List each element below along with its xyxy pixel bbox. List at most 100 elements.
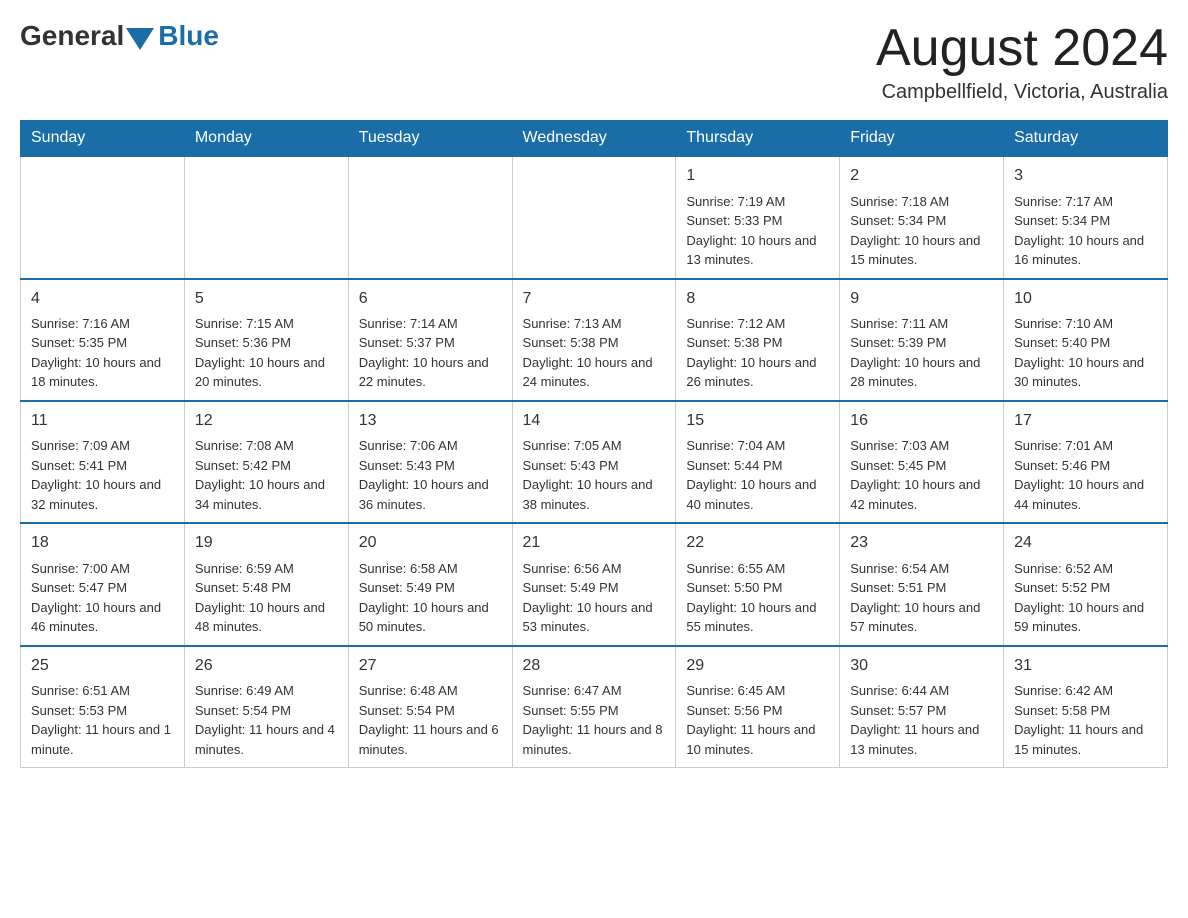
day-number: 15	[686, 410, 829, 432]
calendar-cell-1-6: 10Sunrise: 7:10 AMSunset: 5:40 PMDayligh…	[1004, 279, 1168, 401]
day-info: Sunrise: 7:17 AMSunset: 5:34 PMDaylight:…	[1014, 192, 1157, 270]
calendar-row-4: 25 Sunrise: 6:51 AMSunset: 5:53 PMDayligh…	[21, 646, 1168, 768]
calendar-cell-4-6: 31 Sunrise: 6:42 AMSunset: 5:58 PMDayligh…	[1004, 646, 1168, 768]
calendar-cell-4-3: 28 Sunrise: 6:47 AMSunset: 5:55 PMDayligh…	[512, 646, 676, 768]
day-number: 16	[850, 410, 993, 432]
day-number: 12	[195, 410, 338, 432]
day-info: Sunrise: 6:59 AMSunset: 5:48 PMDaylight:…	[195, 559, 338, 637]
day-number: 6	[359, 288, 502, 310]
calendar-cell-4-1: 26 Sunrise: 6:49 AMSunset: 5:54 PMDayligh…	[184, 646, 348, 768]
calendar-cell-3-3: 21 Sunrise: 6:56 AMSunset: 5:49 PMDayligh…	[512, 523, 676, 645]
calendar-cell-2-4: 15 Sunrise: 7:04 AMSunset: 5:44 PMDayligh…	[676, 401, 840, 523]
calendar-cell-2-5: 16 Sunrise: 7:03 AMSunset: 5:45 PMDayligh…	[840, 401, 1004, 523]
calendar-cell-4-5: 30 Sunrise: 6:44 AMSunset: 5:57 PMDayligh…	[840, 646, 1004, 768]
day-number: 17	[1014, 410, 1157, 432]
calendar-row-2: 11Sunrise: 7:09 AMSunset: 5:41 PMDayligh…	[21, 401, 1168, 523]
logo-general: General	[20, 20, 124, 52]
day-number: 23	[850, 532, 993, 554]
day-number: 27	[359, 655, 502, 677]
calendar-cell-3-6: 24 Sunrise: 6:52 AMSunset: 5:52 PMDayligh…	[1004, 523, 1168, 645]
calendar-cell-0-4: 1 Sunrise: 7:19 AMSunset: 5:33 PMDaylight…	[676, 156, 840, 278]
page-header: General Blue August 2024 Campbellfield, …	[20, 20, 1168, 104]
calendar-cell-3-2: 20Sunrise: 6:58 AMSunset: 5:49 PMDayligh…	[348, 523, 512, 645]
day-number: 31	[1014, 655, 1157, 677]
day-info: Sunrise: 7:08 AMSunset: 5:42 PMDaylight:…	[195, 436, 338, 514]
day-info: Sunrise: 6:48 AMSunset: 5:54 PMDaylight:…	[359, 681, 502, 759]
day-info: Sunrise: 7:04 AMSunset: 5:44 PMDaylight:…	[686, 436, 829, 514]
day-info: Sunrise: 7:12 AMSunset: 5:38 PMDaylight:…	[686, 314, 829, 392]
day-info: Sunrise: 6:47 AMSunset: 5:55 PMDaylight:…	[523, 681, 666, 759]
day-info: Sunrise: 6:45 AMSunset: 5:56 PMDaylight:…	[686, 681, 829, 759]
day-number: 14	[523, 410, 666, 432]
day-info: Sunrise: 7:03 AMSunset: 5:45 PMDaylight:…	[850, 436, 993, 514]
calendar-cell-4-2: 27 Sunrise: 6:48 AMSunset: 5:54 PMDayligh…	[348, 646, 512, 768]
day-info: Sunrise: 6:54 AMSunset: 5:51 PMDaylight:…	[850, 559, 993, 637]
day-number: 9	[850, 288, 993, 310]
weekday-header-wednesday: Wednesday	[512, 121, 676, 157]
title-block: August 2024 Campbellfield, Victoria, Aus…	[876, 20, 1168, 104]
day-number: 21	[523, 532, 666, 554]
day-info: Sunrise: 6:44 AMSunset: 5:57 PMDaylight:…	[850, 681, 993, 759]
day-info: Sunrise: 7:09 AMSunset: 5:41 PMDaylight:…	[31, 436, 174, 514]
day-info: Sunrise: 6:56 AMSunset: 5:49 PMDaylight:…	[523, 559, 666, 637]
day-number: 13	[359, 410, 502, 432]
day-info: Sunrise: 6:52 AMSunset: 5:52 PMDaylight:…	[1014, 559, 1157, 637]
day-info: Sunrise: 7:15 AMSunset: 5:36 PMDaylight:…	[195, 314, 338, 392]
logo: General Blue	[20, 20, 219, 52]
day-info: Sunrise: 7:13 AMSunset: 5:38 PMDaylight:…	[523, 314, 666, 392]
calendar-cell-2-6: 17 Sunrise: 7:01 AMSunset: 5:46 PMDayligh…	[1004, 401, 1168, 523]
calendar-cell-0-0	[21, 156, 185, 278]
day-number: 29	[686, 655, 829, 677]
calendar-cell-2-2: 13 Sunrise: 7:06 AMSunset: 5:43 PMDayligh…	[348, 401, 512, 523]
day-info: Sunrise: 7:18 AMSunset: 5:34 PMDaylight:…	[850, 192, 993, 270]
day-number: 30	[850, 655, 993, 677]
calendar-cell-2-0: 11Sunrise: 7:09 AMSunset: 5:41 PMDayligh…	[21, 401, 185, 523]
day-number: 28	[523, 655, 666, 677]
calendar-cell-4-4: 29 Sunrise: 6:45 AMSunset: 5:56 PMDayligh…	[676, 646, 840, 768]
calendar-cell-3-0: 18 Sunrise: 7:00 AMSunset: 5:47 PMDayligh…	[21, 523, 185, 645]
day-number: 7	[523, 288, 666, 310]
day-info: Sunrise: 7:11 AMSunset: 5:39 PMDaylight:…	[850, 314, 993, 392]
day-info: Sunrise: 7:00 AMSunset: 5:47 PMDaylight:…	[31, 559, 174, 637]
day-info: Sunrise: 6:42 AMSunset: 5:58 PMDaylight:…	[1014, 681, 1157, 759]
day-info: Sunrise: 7:05 AMSunset: 5:43 PMDaylight:…	[523, 436, 666, 514]
calendar-cell-0-5: 2 Sunrise: 7:18 AMSunset: 5:34 PMDaylight…	[840, 156, 1004, 278]
calendar-cell-1-0: 4Sunrise: 7:16 AMSunset: 5:35 PMDaylight…	[21, 279, 185, 401]
day-number: 26	[195, 655, 338, 677]
day-number: 25	[31, 655, 174, 677]
day-number: 24	[1014, 532, 1157, 554]
calendar-header-row: SundayMondayTuesdayWednesdayThursdayFrid…	[21, 121, 1168, 157]
month-year-title: August 2024	[876, 20, 1168, 77]
calendar-cell-3-5: 23 Sunrise: 6:54 AMSunset: 5:51 PMDayligh…	[840, 523, 1004, 645]
weekday-header-saturday: Saturday	[1004, 121, 1168, 157]
weekday-header-tuesday: Tuesday	[348, 121, 512, 157]
day-info: Sunrise: 6:58 AMSunset: 5:49 PMDaylight:…	[359, 559, 502, 637]
calendar-cell-1-4: 8 Sunrise: 7:12 AMSunset: 5:38 PMDaylight…	[676, 279, 840, 401]
day-number: 1	[686, 165, 829, 187]
calendar-cell-1-5: 9 Sunrise: 7:11 AMSunset: 5:39 PMDaylight…	[840, 279, 1004, 401]
day-number: 19	[195, 532, 338, 554]
day-number: 3	[1014, 165, 1157, 187]
calendar-cell-1-1: 5 Sunrise: 7:15 AMSunset: 5:36 PMDaylight…	[184, 279, 348, 401]
day-number: 18	[31, 532, 174, 554]
day-number: 5	[195, 288, 338, 310]
calendar-cell-0-2	[348, 156, 512, 278]
calendar-cell-1-2: 6 Sunrise: 7:14 AMSunset: 5:37 PMDaylight…	[348, 279, 512, 401]
day-info: Sunrise: 6:51 AMSunset: 5:53 PMDaylight:…	[31, 681, 174, 759]
day-info: Sunrise: 7:01 AMSunset: 5:46 PMDaylight:…	[1014, 436, 1157, 514]
calendar-row-1: 4Sunrise: 7:16 AMSunset: 5:35 PMDaylight…	[21, 279, 1168, 401]
calendar-row-3: 18 Sunrise: 7:00 AMSunset: 5:47 PMDayligh…	[21, 523, 1168, 645]
day-info: Sunrise: 6:49 AMSunset: 5:54 PMDaylight:…	[195, 681, 338, 759]
day-number: 4	[31, 288, 174, 310]
location-subtitle: Campbellfield, Victoria, Australia	[876, 81, 1168, 104]
day-number: 2	[850, 165, 993, 187]
day-number: 8	[686, 288, 829, 310]
weekday-header-monday: Monday	[184, 121, 348, 157]
day-info: Sunrise: 7:19 AMSunset: 5:33 PMDaylight:…	[686, 192, 829, 270]
day-info: Sunrise: 7:06 AMSunset: 5:43 PMDaylight:…	[359, 436, 502, 514]
calendar-cell-4-0: 25 Sunrise: 6:51 AMSunset: 5:53 PMDayligh…	[21, 646, 185, 768]
weekday-header-thursday: Thursday	[676, 121, 840, 157]
day-info: Sunrise: 7:14 AMSunset: 5:37 PMDaylight:…	[359, 314, 502, 392]
day-number: 22	[686, 532, 829, 554]
calendar-cell-3-1: 19 Sunrise: 6:59 AMSunset: 5:48 PMDayligh…	[184, 523, 348, 645]
